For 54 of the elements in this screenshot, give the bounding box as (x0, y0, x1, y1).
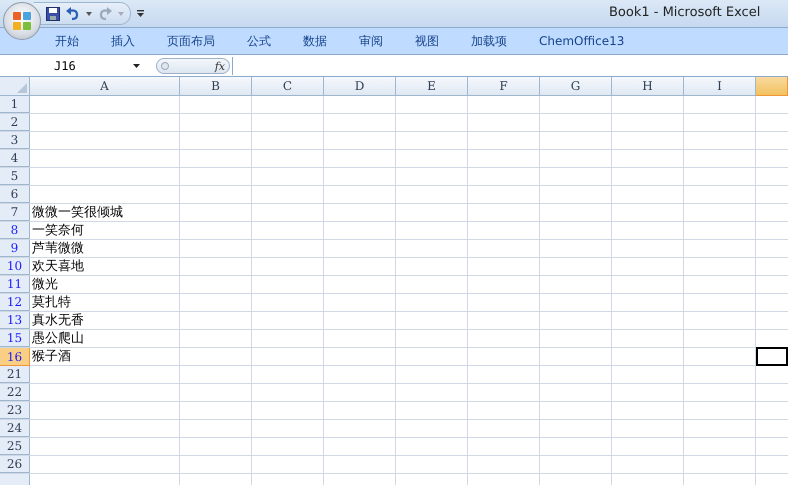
dropdown-arrow-icon[interactable] (86, 12, 92, 16)
customize-toolbar-icon[interactable] (137, 10, 144, 17)
row-header[interactable]: 16 (0, 348, 30, 366)
table-cell-text: 微微一笑很倾城 (31, 204, 124, 221)
dropdown-arrow-icon (118, 12, 124, 16)
row-header[interactable]: 25 (0, 438, 30, 455)
row-header[interactable]: 4 (0, 150, 30, 167)
row-header[interactable]: 9 (0, 240, 30, 257)
ribbon-tab[interactable]: 数据 (293, 30, 337, 52)
name-box[interactable]: J16 (2, 57, 144, 75)
table-cell-text: 猴子酒 (31, 348, 72, 366)
table-cell-text: 真水无香 (31, 312, 85, 329)
expand-handle-icon[interactable] (161, 62, 169, 70)
ribbon-tab[interactable]: 开始 (45, 30, 89, 52)
row-header[interactable]: 23 (0, 402, 30, 419)
ribbon-tab[interactable]: 加载项 (461, 30, 517, 52)
redo-icon (98, 6, 112, 20)
row-header[interactable]: 26 (0, 456, 30, 473)
column-header[interactable] (756, 77, 788, 96)
table-cell-text: 欢天喜地 (31, 258, 85, 275)
dropdown-arrow-icon[interactable] (133, 64, 140, 68)
ribbon-tab[interactable]: 审阅 (349, 30, 393, 52)
table-cell-text: 愚公爬山 (31, 330, 85, 347)
table-cell-text: 芦苇微微 (31, 240, 85, 257)
active-cell[interactable] (756, 347, 788, 366)
row-header[interactable]: 8 (0, 222, 30, 239)
table-cell-text: 微光 (31, 276, 59, 293)
table-cell-text: 一笑奈何 (31, 222, 85, 239)
row-header[interactable]: 1 (0, 96, 30, 113)
row-header[interactable]: 21 (0, 366, 30, 383)
office-logo-icon[interactable] (12, 11, 32, 31)
ribbon-tab[interactable]: ChemOffice13 (529, 32, 634, 50)
table-cell-text: 莫扎特 (31, 294, 72, 311)
row-header[interactable]: 5 (0, 168, 30, 185)
ribbon-tab[interactable]: 公式 (237, 30, 281, 52)
row-header[interactable]: 6 (0, 186, 30, 203)
row-header[interactable]: 10 (0, 258, 30, 275)
row-header[interactable]: 12 (0, 294, 30, 311)
row-header[interactable]: 15 (0, 330, 30, 347)
undo-icon[interactable] (66, 6, 80, 20)
row-header[interactable]: 2 (0, 114, 30, 131)
ribbon-tab[interactable]: 页面布局 (157, 30, 225, 52)
row-header[interactable]: 3 (0, 132, 30, 149)
row-header[interactable]: 13 (0, 312, 30, 329)
select-all-button[interactable] (0, 77, 30, 96)
window-title: Book1 - Microsoft Excel (609, 5, 760, 20)
ribbon-tab[interactable]: 插入 (101, 30, 145, 52)
row-header[interactable]: 24 (0, 420, 30, 437)
save-icon[interactable] (46, 6, 60, 20)
row-header[interactable]: 11 (0, 276, 30, 293)
row-header[interactable]: 22 (0, 384, 30, 401)
ribbon-tab[interactable]: 视图 (405, 30, 449, 52)
row-header[interactable]: 7 (0, 204, 30, 221)
insert-function-button[interactable]: fx (214, 60, 225, 72)
